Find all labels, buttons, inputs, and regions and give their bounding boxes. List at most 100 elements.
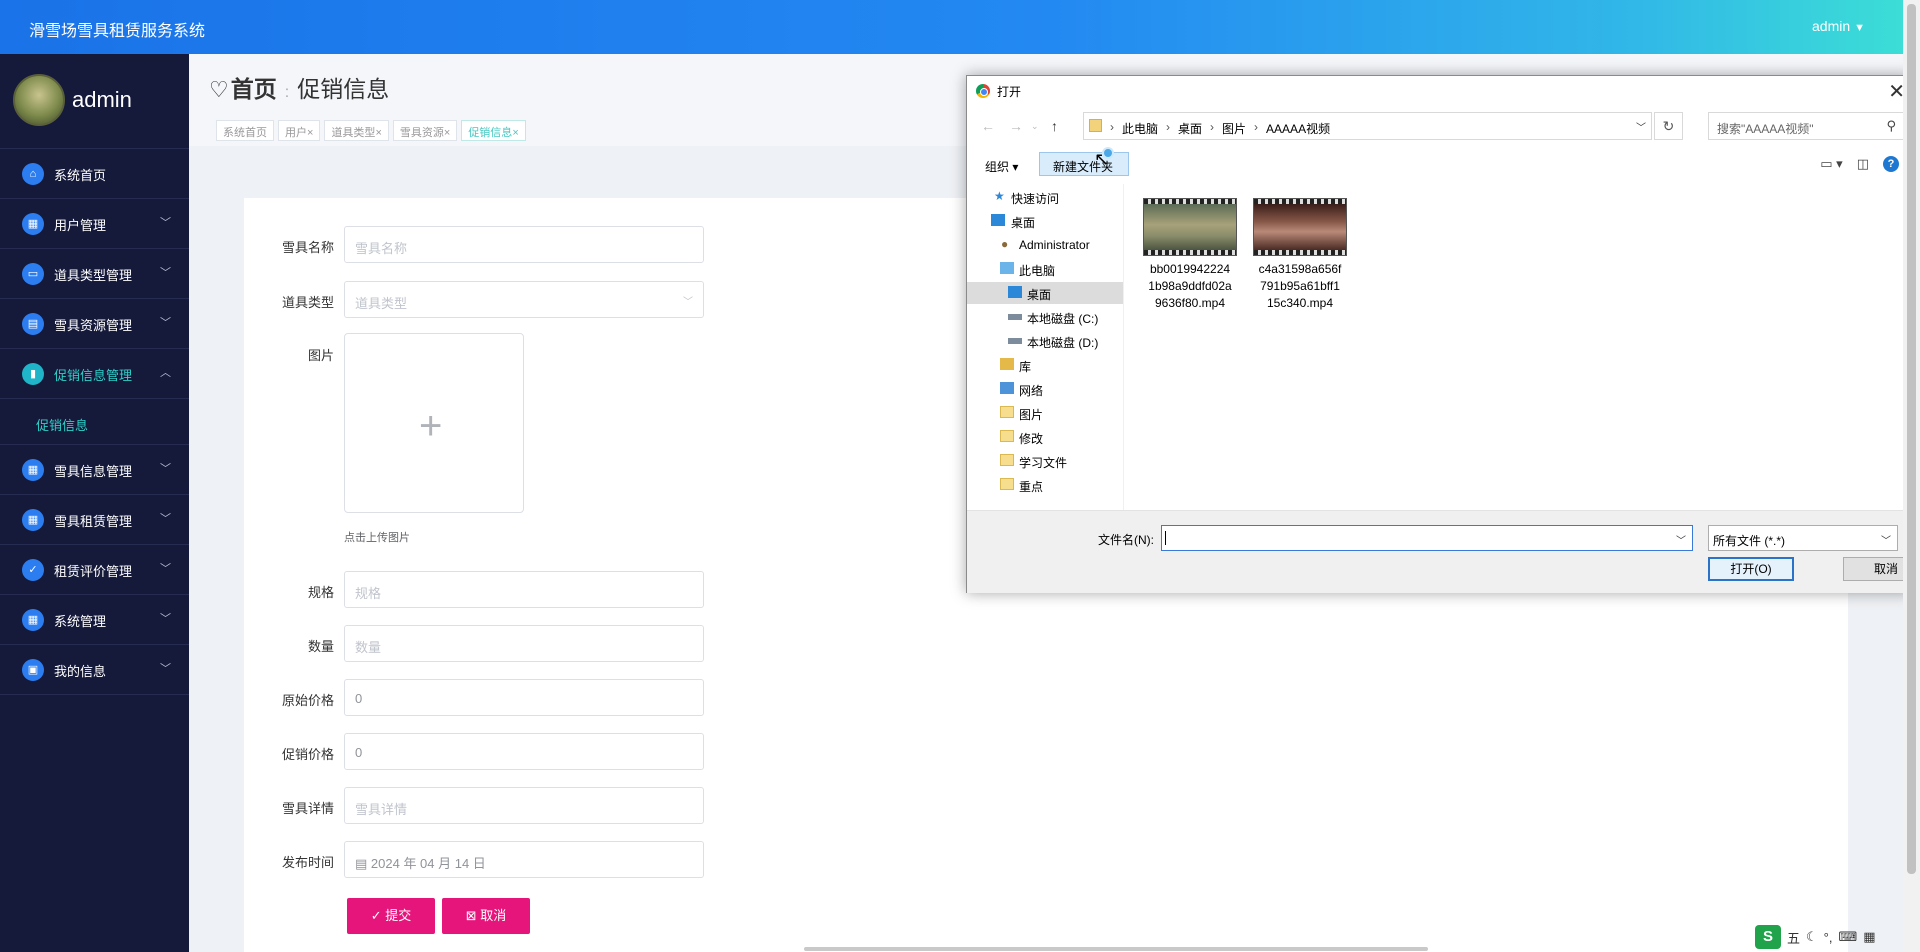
forward-arrow-icon[interactable]: → bbox=[1009, 118, 1023, 134]
tree-item-edit[interactable]: 修改 bbox=[967, 426, 1123, 448]
tab-home[interactable]: 系统首页 bbox=[216, 120, 274, 141]
field-label: 道具类型 bbox=[281, 295, 334, 310]
promo-price-input[interactable]: 0 bbox=[344, 733, 704, 770]
new-folder-button[interactable]: 新建文件夹 bbox=[1039, 152, 1129, 176]
breadcrumb-home[interactable]: 首页 bbox=[231, 76, 277, 102]
open-button[interactable]: 打开(O) bbox=[1708, 557, 1794, 581]
organize-button[interactable]: 组织 ▾ bbox=[985, 158, 1018, 175]
sidebar-item-system[interactable]: ▦ 系统管理 ﹀ bbox=[0, 595, 189, 645]
sidebar-item-resources[interactable]: ▤ 雪具资源管理 ﹀ bbox=[0, 299, 189, 349]
field-label: 雪具名称 bbox=[281, 240, 334, 255]
path-segment[interactable]: 此电脑 bbox=[1122, 120, 1158, 137]
submit-button[interactable]: ✓ 提交 bbox=[347, 898, 435, 934]
chevron-down-icon[interactable]: ﹀ bbox=[1636, 119, 1646, 134]
date-value: 2024 年 04 月 14 日 bbox=[370, 856, 486, 871]
tree-item-study[interactable]: 学习文件 bbox=[967, 450, 1123, 472]
tree-item-administrator[interactable]: ● Administrator bbox=[967, 234, 1123, 256]
preview-pane-icon[interactable]: ◫ bbox=[1857, 156, 1869, 172]
sidebar-item-promotions[interactable]: ▮ 促销信息管理 ︿ bbox=[0, 349, 189, 399]
tab-prop-types[interactable]: 道具类型× bbox=[324, 120, 389, 141]
back-arrow-icon[interactable]: ← bbox=[981, 118, 995, 134]
search-input[interactable]: 搜索"AAAAA视频" ⚲ bbox=[1708, 112, 1905, 140]
keyboard-icon[interactable]: ⌨ bbox=[1838, 929, 1857, 945]
file-name-line: 791b95a61bff1 bbox=[1260, 279, 1340, 293]
path-segment[interactable]: 桌面 bbox=[1178, 120, 1202, 137]
file-name-line: 1b98a9ddfd02a bbox=[1148, 279, 1232, 293]
star-icon: ★ bbox=[994, 189, 1005, 203]
sidebar-item-equipment[interactable]: ▦ 雪具信息管理 ﹀ bbox=[0, 445, 189, 495]
chevron-down-icon: ﹀ bbox=[160, 613, 171, 625]
type-select[interactable]: 道具类型 ﹀ bbox=[344, 281, 704, 318]
organize-label: 组织 bbox=[985, 160, 1010, 174]
sidebar-item-label: 道具类型管理 bbox=[54, 268, 133, 283]
tree-label: 修改 bbox=[1019, 432, 1044, 446]
field-label: 数量 bbox=[307, 639, 334, 654]
view-mode-icon[interactable]: ▭ ▾ bbox=[1820, 156, 1842, 172]
tree-item-this-pc[interactable]: 此电脑 bbox=[967, 258, 1123, 280]
submenu-label: 促销信息 bbox=[36, 418, 89, 433]
tree-item-pictures[interactable]: 图片 bbox=[967, 402, 1123, 424]
tree-item-drive-d[interactable]: 本地磁盘 (D:) bbox=[967, 330, 1123, 352]
detail-input[interactable]: 雪具详情 bbox=[344, 787, 704, 824]
path-separator: › bbox=[1254, 120, 1259, 134]
ime-logo-icon[interactable]: S bbox=[1755, 925, 1781, 949]
page-scrollbar[interactable] bbox=[1903, 0, 1920, 952]
path-segment[interactable]: 图片 bbox=[1222, 120, 1246, 137]
help-icon[interactable]: ? bbox=[1883, 156, 1899, 172]
image-upload[interactable]: + bbox=[344, 333, 524, 513]
up-arrow-icon[interactable]: ↑ bbox=[1051, 118, 1058, 134]
file-item[interactable]: c4a31598a656f 791b95a61bff1 15c340.mp4 bbox=[1252, 198, 1348, 312]
tree-label: 图片 bbox=[1019, 408, 1044, 422]
tree-item-drive-c[interactable]: 本地磁盘 (C:) bbox=[967, 306, 1123, 328]
sidebar-item-reviews[interactable]: ✓ 租赁评价管理 ﹀ bbox=[0, 545, 189, 595]
punctuation-icon[interactable]: °, bbox=[1824, 930, 1833, 945]
original-price-input[interactable]: 0 bbox=[344, 679, 704, 716]
path-segment[interactable]: AAAAA视频 bbox=[1266, 120, 1330, 137]
ime-mode[interactable]: 五 bbox=[1787, 928, 1800, 947]
dialog-footer: 文件名(N): ﹀ 所有文件 (*.*) ﹀ 打开(O) 取消 bbox=[967, 510, 1920, 593]
cancel-button[interactable]: ⊠ 取消 bbox=[442, 898, 530, 934]
tab-resources[interactable]: 雪具资源× bbox=[392, 120, 458, 141]
close-icon[interactable]: × bbox=[375, 127, 381, 139]
recent-dropdown-icon[interactable]: ⌄ bbox=[1031, 121, 1039, 132]
tree-item-quick-access[interactable]: ★ 快速访问 bbox=[967, 186, 1123, 208]
spec-input[interactable]: 规格 bbox=[344, 571, 704, 608]
tree-item-key[interactable]: 重点 bbox=[967, 474, 1123, 496]
tree-item-desktop[interactable]: 桌面 bbox=[967, 210, 1123, 232]
moon-icon[interactable]: ☾ bbox=[1806, 929, 1818, 945]
tree-item-library[interactable]: 库 bbox=[967, 354, 1123, 376]
dialog-titlebar[interactable]: 打开 ✕ bbox=[967, 76, 1911, 106]
text-caret bbox=[1165, 531, 1166, 545]
close-icon[interactable]: × bbox=[512, 127, 518, 139]
close-icon[interactable]: × bbox=[307, 127, 313, 139]
user-menu[interactable]: admin ▼ bbox=[1812, 18, 1865, 34]
field-label: 发布时间 bbox=[281, 855, 334, 870]
sidebar-item-label: 促销信息管理 bbox=[54, 368, 133, 383]
tab-users[interactable]: 用户× bbox=[278, 120, 321, 141]
tree-item-network[interactable]: 网络 bbox=[967, 378, 1123, 400]
chevron-down-icon: ﹀ bbox=[160, 317, 171, 329]
close-icon[interactable]: × bbox=[444, 127, 450, 139]
sidebar-item-users[interactable]: ▦ 用户管理 ﹀ bbox=[0, 199, 189, 249]
filetype-select[interactable]: 所有文件 (*.*) ﹀ bbox=[1708, 525, 1898, 551]
horizontal-scrollbar[interactable] bbox=[804, 947, 1428, 951]
refresh-button[interactable]: ↻ bbox=[1654, 112, 1683, 140]
scrollbar-thumb[interactable] bbox=[1907, 4, 1916, 874]
address-bar[interactable]: › 此电脑 › 桌面 › 图片 › AAAAA视频 ﹀ bbox=[1083, 112, 1652, 140]
tree-item-desktop-selected[interactable]: 桌面 bbox=[967, 282, 1123, 304]
filename-input[interactable]: ﹀ bbox=[1161, 525, 1693, 551]
tab-promotions[interactable]: 促销信息× bbox=[461, 120, 526, 141]
name-input[interactable]: 雪具名称 bbox=[344, 226, 704, 263]
search-placeholder: 搜索"AAAAA视频" bbox=[1717, 122, 1814, 136]
sidebar-item-prop-types[interactable]: ▭ 道具类型管理 ﹀ bbox=[0, 249, 189, 299]
file-item[interactable]: bb0019942224 1b98a9ddfd02a 9636f80.mp4 bbox=[1142, 198, 1238, 312]
sidebar-item-home[interactable]: ⌂ 系统首页 bbox=[0, 149, 189, 199]
submenu-item-promotions[interactable]: 促销信息 bbox=[0, 399, 189, 445]
quantity-input[interactable]: 数量 bbox=[344, 625, 704, 662]
skin-icon[interactable]: ▦ bbox=[1863, 929, 1875, 945]
path-separator: › bbox=[1210, 120, 1215, 134]
sidebar-item-rentals[interactable]: ▦ 雪具租赁管理 ﹀ bbox=[0, 495, 189, 545]
sidebar-item-my-info[interactable]: ▣ 我的信息 ﹀ bbox=[0, 645, 189, 695]
date-picker[interactable]: ▤ 2024 年 04 月 14 日 bbox=[344, 841, 704, 878]
chevron-down-icon[interactable]: ﹀ bbox=[1676, 532, 1686, 547]
